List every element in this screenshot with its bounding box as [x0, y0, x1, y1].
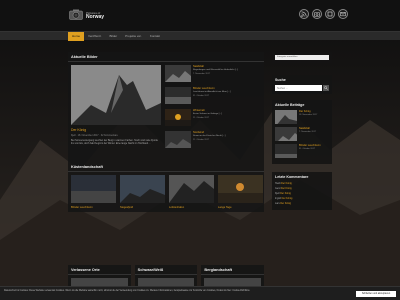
gallery-thumbnail[interactable]	[169, 175, 214, 203]
main-content: Aktuelle Bilder Der König Kjell · 18. No…	[68, 52, 264, 212]
site-header: Pictures of Norway	[0, 0, 400, 31]
list-item-title[interactable]: Natidsfall	[193, 65, 261, 68]
featured-title[interactable]: Der König	[71, 128, 161, 132]
main-navigation: Home Veröffentl. Bilder Projekte etc. Ko…	[0, 31, 400, 41]
widget-title-suche: Suche	[275, 78, 286, 82]
list-item-desc: Leuchtturm im Abendlicht am Meer [...]	[193, 91, 231, 93]
thumbnail[interactable]	[275, 144, 297, 158]
list-item-date: 31. Oktober 2017	[193, 94, 210, 97]
thumbnail[interactable]	[165, 109, 191, 126]
section-kuestenlandschaft: Küstenlandschaft Blinder Leuchtturm Steg…	[68, 162, 264, 212]
recent-post-title[interactable]: Natidsfall	[299, 127, 329, 130]
thumbnail[interactable]	[165, 131, 191, 148]
logo-title: Norway	[86, 13, 105, 20]
list-item-title[interactable]: Winternah	[193, 109, 261, 112]
rss-icon[interactable]	[299, 9, 309, 19]
featured-excerpt: Bei Sonnenuntergang leuchtet der Berg in…	[71, 139, 158, 145]
comment-author[interactable]: Kjell	[275, 192, 280, 195]
section-title-aktuelle-bilder: Aktuelle Bilder	[68, 52, 264, 62]
category-title[interactable]: Verlassene Orte	[68, 265, 131, 275]
recent-post-item[interactable]: Der König 18. November 2017	[275, 110, 329, 127]
comment-post[interactable]: Der König	[282, 197, 293, 200]
gallery-item[interactable]: Stegesfjord	[120, 175, 165, 209]
comment-post[interactable]: Der König	[281, 187, 292, 190]
square-icon[interactable]	[325, 9, 335, 19]
list-item-desc: Regenbogen und Wasserfall im Herbstlicht…	[193, 69, 239, 71]
featured-image[interactable]	[71, 65, 161, 125]
site-logo[interactable]: Pictures of Norway	[69, 9, 104, 20]
list-item[interactable]: Nordwind Sturm an der Küste bei Nacht [.…	[165, 131, 261, 151]
nav-item-home[interactable]: Home	[68, 32, 85, 41]
category-title[interactable]: Berglandschaft	[201, 265, 265, 275]
category-select[interactable]: Kategorie auswählen	[275, 55, 329, 60]
camera-logo-icon	[69, 9, 83, 20]
gallery-label[interactable]: Blinder Leuchtturm	[71, 206, 116, 209]
comment-item: Heidi Der König	[275, 182, 329, 185]
nav-item-bilder[interactable]: Bilder	[105, 32, 121, 41]
cookie-accept-button[interactable]: Schließen und akzeptieren	[356, 291, 396, 297]
recent-post-title[interactable]: Blinder Leuchtturm	[299, 144, 329, 147]
list-item[interactable]: Natidsfall Regenbogen und Wasserfall im …	[165, 65, 261, 85]
list-item-title[interactable]: Blinder Leuchtturm	[193, 87, 261, 90]
recent-post-date: 7. November 2017	[299, 131, 317, 133]
gallery-thumbnail[interactable]	[71, 175, 116, 203]
comment-author[interactable]: Ingrid	[275, 197, 281, 200]
gallery-thumbnail[interactable]	[120, 175, 165, 203]
thumbnail[interactable]	[275, 127, 297, 141]
nav-item-kontakt[interactable]: Kontakt	[146, 32, 164, 41]
thumbnail[interactable]	[165, 87, 191, 104]
comment-item: Kjell Der König	[275, 192, 329, 195]
search-input[interactable]	[275, 85, 322, 91]
list-item-date: 21. Oktober 2017	[193, 138, 210, 141]
list-item-title[interactable]: Nordwind	[193, 131, 261, 134]
search-button[interactable]	[322, 85, 329, 91]
widget-title-aktuelle-beitraege: Aktuelle Beiträge	[275, 103, 305, 107]
email-icon[interactable]	[338, 9, 348, 19]
gallery-thumbnail[interactable]	[218, 175, 263, 203]
comment-post[interactable]: Der König	[280, 202, 291, 205]
thumbnail[interactable]	[275, 110, 297, 124]
sidebar: Kategorie auswählen Suche Aktuelle Beitr…	[272, 52, 332, 215]
comment-post[interactable]: Der König	[280, 192, 291, 195]
list-item[interactable]: Blinder Leuchtturm Leuchtturm im Abendli…	[165, 87, 261, 107]
gallery-item[interactable]: Blinder Leuchtturm	[71, 175, 116, 209]
list-item[interactable]: Winternah Erster Schnee im Gebirge [...]…	[165, 109, 261, 129]
cookie-text: Datenschutz & Cookies: Diese Website ver…	[4, 290, 250, 292]
gallery-label[interactable]: Stegesfjord	[120, 206, 165, 209]
gallery-label[interactable]: Lange Tage	[218, 206, 263, 209]
gallery-item[interactable]: Lofotenhafen	[169, 175, 214, 209]
thumbnail[interactable]	[165, 65, 191, 82]
list-item-desc: Erster Schnee im Gebirge [...]	[193, 113, 222, 115]
comment-item: Lars Der König	[275, 202, 329, 205]
category-title[interactable]: Schwarz/Weiß	[134, 265, 198, 275]
nav-item-veroeffentl[interactable]: Veröffentl.	[84, 32, 105, 41]
comment-item: Ingrid Der König	[275, 197, 329, 200]
recent-images-list: Natidsfall Regenbogen und Wasserfall im …	[165, 65, 261, 151]
comment-item: Gerd Der König	[275, 187, 329, 190]
cookie-banner: Datenschutz & Cookies: Diese Website ver…	[0, 286, 400, 300]
widget-title-letzte-kommentare: Letzte Kommentare	[275, 175, 309, 179]
recent-post-date: 31. Oktober 2017	[299, 148, 316, 150]
recent-post-date: 18. November 2017	[299, 114, 318, 116]
gallery-item[interactable]: Lange Tage	[218, 175, 263, 209]
gallery-label[interactable]: Lofotenhafen	[169, 206, 214, 209]
featured-meta: Kjell · 18. November 2017 · 32 Kommentar…	[71, 134, 118, 137]
recent-post-item[interactable]: Blinder Leuchtturm 31. Oktober 2017	[275, 144, 329, 161]
recent-post-item[interactable]: Natidsfall 7. November 2017	[275, 127, 329, 144]
list-item-desc: Sturm an der Küste bei Nacht [...]	[193, 135, 226, 137]
social-links	[299, 9, 348, 19]
comment-author[interactable]: Lars	[275, 202, 280, 205]
list-item-date: 7. November 2017	[193, 72, 211, 75]
search-icon	[324, 86, 328, 90]
nav-item-projekte[interactable]: Projekte etc.	[121, 32, 146, 41]
recent-post-title[interactable]: Der König	[299, 110, 329, 113]
camera-icon[interactable]	[312, 9, 322, 19]
comment-author[interactable]: Heidi	[275, 182, 280, 185]
section-title-kuesten: Küstenlandschaft	[68, 162, 264, 172]
comment-author[interactable]: Gerd	[275, 187, 280, 190]
list-item-date: 21. Oktober 2017	[193, 116, 210, 119]
comment-post[interactable]: Der König	[281, 182, 292, 185]
